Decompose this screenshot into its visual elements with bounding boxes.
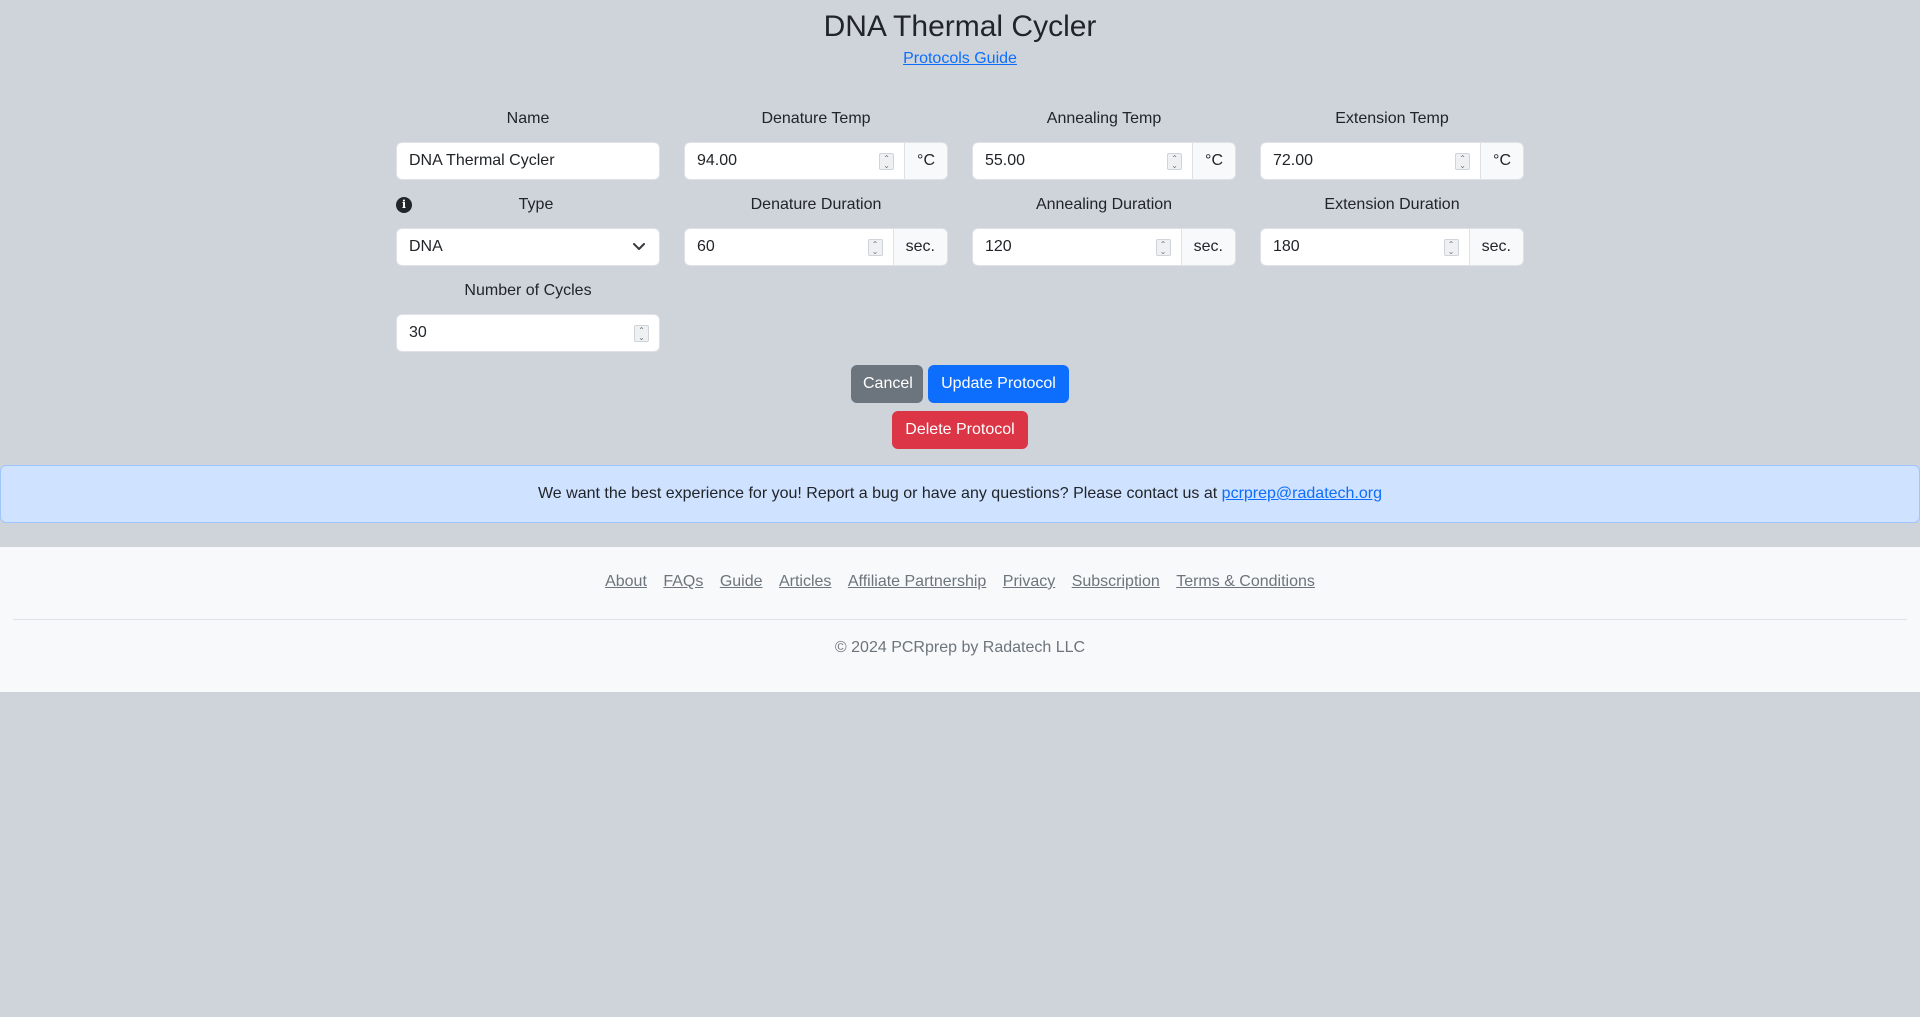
annealing-temp-value: 55.00 xyxy=(985,152,1026,169)
copyright: © 2024 PCRprep by Radatech LLC xyxy=(834,639,1086,656)
footer-link-guide[interactable]: Guide xyxy=(720,573,763,590)
annealing-duration-unit: sec. xyxy=(1181,228,1236,266)
cycles-input[interactable]: 30 ⌃ ⌄ xyxy=(396,314,660,352)
annealing-temp-unit: °C xyxy=(1193,142,1236,180)
type-select-value: DNA xyxy=(409,238,443,255)
extension-duration-unit: sec. xyxy=(1469,228,1524,266)
extension-temp-value: 72.00 xyxy=(1273,152,1314,169)
type-field: i Type DNA xyxy=(396,193,660,266)
extension-temp-label: Extension Temp xyxy=(1335,110,1449,127)
footer-link-privacy[interactable]: Privacy xyxy=(1003,573,1055,590)
type-label: Type xyxy=(518,196,554,213)
extension-temp-input[interactable]: 72.00 ⌃ ⌄ xyxy=(1260,142,1482,180)
extension-duration-label: Extension Duration xyxy=(1324,196,1460,213)
extension-duration-input[interactable]: 180 ⌃ ⌄ xyxy=(1260,228,1470,266)
denature-temp-spinner-icon[interactable]: ⌃ ⌄ xyxy=(879,153,895,170)
extension-temp-unit: °C xyxy=(1481,142,1524,180)
annealing-duration-group: 120 ⌃ ⌄ sec. xyxy=(972,228,1236,266)
extension-duration-field: Extension Duration 180 ⌃ ⌄ sec. xyxy=(1260,193,1524,266)
type-label-row: i Type xyxy=(396,193,660,217)
denature-duration-spinner-icon[interactable]: ⌃ ⌄ xyxy=(867,239,883,256)
extension-temp-spinner-icon[interactable]: ⌃ ⌄ xyxy=(1455,153,1471,170)
annealing-temp-label: Annealing Temp xyxy=(1046,110,1162,127)
denature-duration-group: 60 ⌃ ⌄ sec. xyxy=(684,228,948,266)
denature-temp-value: 94.00 xyxy=(697,152,738,169)
annealing-duration-input[interactable]: 120 ⌃ ⌄ xyxy=(972,228,1182,266)
annealing-temp-input[interactable]: 55.00 ⌃ ⌄ xyxy=(972,142,1194,180)
name-input-value: DNA Thermal Cycler xyxy=(409,152,555,169)
annealing-duration-field: Annealing Duration 120 ⌃ ⌄ sec. xyxy=(972,193,1236,266)
footer-divider xyxy=(13,619,1907,620)
cycles-label: Number of Cycles xyxy=(464,282,592,299)
annealing-temp-spinner-icon[interactable]: ⌃ ⌄ xyxy=(1167,153,1183,170)
footer-link-affiliate[interactable]: Affiliate Partnership xyxy=(848,573,986,590)
denature-temp-label: Denature Temp xyxy=(761,110,871,127)
annealing-temp-field: Annealing Temp 55.00 ⌃ ⌄ °C xyxy=(972,107,1236,180)
footer-link-about[interactable]: About xyxy=(605,573,647,590)
footer-link-faqs[interactable]: FAQs xyxy=(663,573,703,590)
denature-temp-group: 94.00 ⌃ ⌄ °C xyxy=(684,142,948,180)
annealing-duration-value: 120 xyxy=(985,238,1012,255)
footer-nav: About FAQs Guide Articles Affiliate Part… xyxy=(0,573,1920,591)
denature-duration-unit: sec. xyxy=(893,228,948,266)
chevron-down-icon xyxy=(633,243,645,250)
denature-duration-value: 60 xyxy=(697,238,715,255)
denature-duration-field: Denature Duration 60 ⌃ ⌄ sec. xyxy=(684,193,948,266)
delete-protocol-button[interactable]: Delete Protocol xyxy=(892,411,1028,449)
footer-link-terms[interactable]: Terms & Conditions xyxy=(1176,573,1315,590)
annealing-duration-label: Annealing Duration xyxy=(1035,196,1173,213)
extension-duration-group: 180 ⌃ ⌄ sec. xyxy=(1260,228,1524,266)
cycles-value: 30 xyxy=(409,324,427,341)
annealing-duration-spinner-icon[interactable]: ⌃ ⌄ xyxy=(1155,239,1171,256)
denature-temp-field: Denature Temp 94.00 ⌃ ⌄ °C xyxy=(684,107,948,180)
denature-temp-unit: °C xyxy=(905,142,948,180)
footer-link-subscription[interactable]: Subscription xyxy=(1072,573,1160,590)
footer-link-articles[interactable]: Articles xyxy=(779,573,831,590)
info-icon[interactable]: i xyxy=(396,197,412,213)
denature-duration-label: Denature Duration xyxy=(750,196,882,213)
name-label: Name xyxy=(506,110,550,127)
cancel-button[interactable]: Cancel xyxy=(851,365,923,403)
alert-message: We want the best experience for you! Rep… xyxy=(537,485,1218,502)
cycles-field: Number of Cycles 30 ⌃ ⌄ xyxy=(396,279,660,352)
name-field: Name DNA Thermal Cycler xyxy=(396,107,660,180)
type-select[interactable]: DNA xyxy=(396,228,660,266)
contact-alert: We want the best experience for you! Rep… xyxy=(0,465,1920,523)
update-protocol-button[interactable]: Update Protocol xyxy=(928,365,1069,403)
extension-duration-spinner-icon[interactable]: ⌃ ⌄ xyxy=(1443,239,1459,256)
extension-temp-group: 72.00 ⌃ ⌄ °C xyxy=(1260,142,1524,180)
name-input[interactable]: DNA Thermal Cycler xyxy=(396,142,660,180)
extension-temp-field: Extension Temp 72.00 ⌃ ⌄ °C xyxy=(1260,107,1524,180)
footer: About FAQs Guide Articles Affiliate Part… xyxy=(0,547,1920,692)
cycles-spinner-icon[interactable]: ⌃ ⌄ xyxy=(634,325,649,342)
protocol-form: Name DNA Thermal Cycler Denature Temp 94… xyxy=(0,0,1920,465)
extension-duration-value: 180 xyxy=(1273,238,1300,255)
contact-email-link[interactable]: pcrprep@radatech.org xyxy=(1222,485,1382,502)
annealing-temp-group: 55.00 ⌃ ⌄ °C xyxy=(972,142,1236,180)
denature-temp-input[interactable]: 94.00 ⌃ ⌄ xyxy=(684,142,906,180)
denature-duration-input[interactable]: 60 ⌃ ⌄ xyxy=(684,228,894,266)
